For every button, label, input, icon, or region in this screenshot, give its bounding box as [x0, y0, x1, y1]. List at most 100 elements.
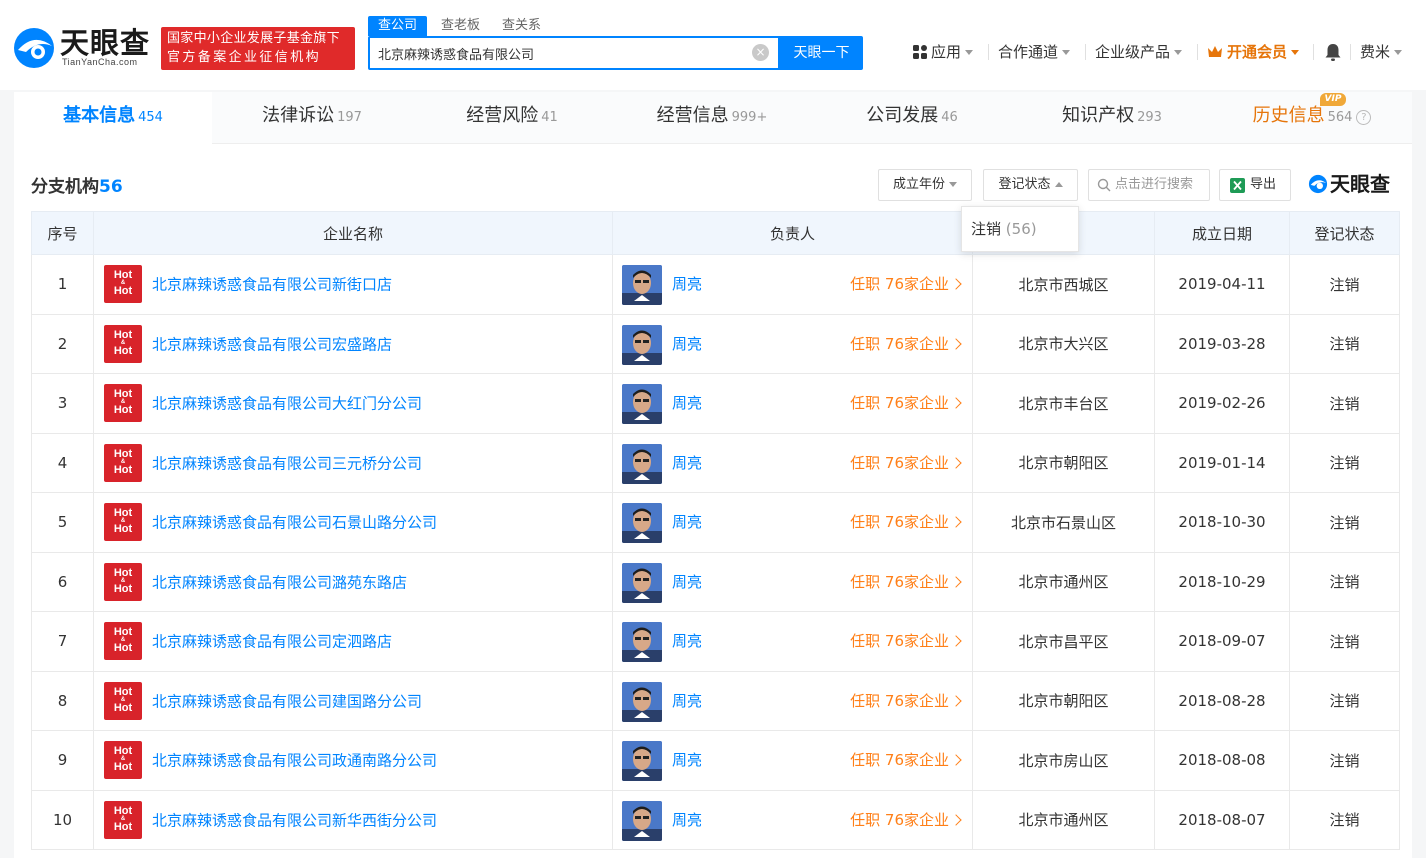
tab-history[interactable]: 历史信息 564?	[1212, 92, 1412, 144]
nav-apps[interactable]: 应用	[913, 40, 974, 64]
person-name-link[interactable]: 周亮	[672, 791, 702, 850]
region-cell: 北京市房山区	[972, 730, 1155, 791]
person-roles-link[interactable]: 任职 76家企业	[850, 791, 962, 850]
help-icon[interactable]: ?	[1356, 110, 1372, 125]
avatar[interactable]	[622, 503, 662, 543]
filter-year-button[interactable]: 成立年份	[878, 169, 972, 201]
person-name-link[interactable]: 周亮	[672, 255, 702, 314]
tab-search-relation[interactable]: 查关系	[502, 16, 541, 36]
person-name-link[interactable]: 周亮	[672, 612, 702, 671]
company-logo[interactable]: Hot & Hot	[104, 562, 142, 601]
avatar[interactable]	[622, 265, 662, 305]
avatar[interactable]	[622, 562, 662, 603]
person-roles-link[interactable]: 任职 76家企业	[850, 731, 962, 790]
tab-operations[interactable]: 经营信息 999+	[612, 92, 812, 144]
person-name-link[interactable]: 周亮	[672, 731, 702, 790]
tab-legal[interactable]: 法律诉讼 197	[212, 92, 412, 144]
person-cell: 周亮 任职 76家企业	[612, 373, 973, 434]
chevron-right-icon	[950, 456, 962, 469]
company-name-link[interactable]: 北京麻辣诱惑食品有限公司宏盛路店	[152, 335, 392, 353]
company-logo[interactable]: Hot & Hot	[104, 622, 142, 661]
tab-label: 经营信息	[656, 105, 729, 126]
person-name-link[interactable]: 周亮	[672, 374, 702, 433]
avatar[interactable]	[622, 622, 662, 662]
divider	[1085, 44, 1086, 60]
person-roles-link[interactable]: 任职 76家企业	[850, 255, 962, 314]
branch-search-input[interactable]: 点击进行搜索	[1088, 169, 1210, 201]
tab-basic-info[interactable]: 基本信息 454	[14, 92, 212, 144]
row-index: 3	[31, 373, 94, 434]
avatar[interactable]	[622, 681, 662, 722]
company-name-link[interactable]: 北京麻辣诱惑食品有限公司三元桥分公司	[152, 454, 422, 472]
company-name-link[interactable]: 北京麻辣诱惑食品有限公司定泗路店	[152, 633, 392, 651]
row-index: 8	[31, 670, 94, 731]
tab-risk[interactable]: 经营风险 41	[412, 92, 612, 144]
tab-search-boss[interactable]: 查老板	[441, 16, 480, 36]
person-name-link[interactable]: 周亮	[672, 493, 702, 552]
person-name-link[interactable]: 周亮	[672, 434, 702, 493]
person-roles-label: 任职 76家企业	[850, 394, 949, 412]
avatar[interactable]	[622, 800, 662, 841]
avatar[interactable]	[622, 443, 662, 484]
person-roles-label: 任职 76家企业	[850, 632, 949, 650]
main-panel: 基本信息 454 法律诉讼 197 经营风险 41 经营信息 999+ 公司发展 46 知…	[14, 92, 1412, 858]
company-logo[interactable]: Hot & Hot	[104, 443, 142, 482]
company-name-link[interactable]: 北京麻辣诱惑食品有限公司大红门分公司	[152, 395, 422, 413]
company-logo[interactable]: Hot & Hot	[104, 681, 142, 720]
person-cell: 周亮 任职 76家企业	[612, 492, 973, 553]
logo-word: Hot	[113, 463, 133, 476]
tab-search-company[interactable]: 查公司	[368, 16, 428, 36]
nav-enterprise[interactable]: 企业级产品	[1095, 40, 1183, 64]
person-photo	[622, 800, 662, 841]
company-name-link[interactable]: 北京麻辣诱惑食品有限公司石景山路分公司	[152, 514, 437, 532]
company-name-link[interactable]: 北京麻辣诱惑食品有限公司建国路分公司	[152, 692, 422, 710]
tab-ip[interactable]: 知识产权 293	[1012, 92, 1212, 144]
nav-vip[interactable]: 开通会员	[1207, 40, 1300, 64]
person-roles-link[interactable]: 任职 76家企业	[850, 672, 962, 731]
nav-channel[interactable]: 合作通道	[998, 40, 1071, 64]
section-title: 分支机构56	[31, 172, 123, 197]
person-roles-link[interactable]: 任职 76家企业	[850, 493, 962, 552]
dropdown-option-cancelled[interactable]: 注销 (56)	[971, 220, 1037, 238]
person-roles-link[interactable]: 任职 76家企业	[850, 374, 962, 433]
person-roles-label: 任职 76家企业	[850, 275, 949, 293]
logo-word: Hot	[113, 582, 133, 595]
clear-icon[interactable]: ×	[752, 44, 769, 61]
bell-icon[interactable]	[1324, 42, 1342, 62]
chevron-down-icon	[965, 50, 974, 55]
avatar[interactable]	[622, 384, 662, 424]
search-input[interactable]	[378, 38, 748, 68]
filter-status-button[interactable]: 登记状态	[983, 169, 1078, 201]
search-button[interactable]: 天眼一下	[780, 36, 863, 70]
person-name-link[interactable]: 周亮	[672, 553, 702, 612]
company-logo[interactable]: Hot & Hot	[104, 324, 142, 363]
person-roles-link[interactable]: 任职 76家企业	[850, 315, 962, 374]
tab-count: 41	[541, 110, 558, 125]
company-name-link[interactable]: 北京麻辣诱惑食品有限公司新华西街分公司	[152, 811, 437, 829]
export-button[interactable]: 导出	[1219, 169, 1291, 201]
col-header: 企业名称	[93, 211, 613, 255]
avatar[interactable]	[622, 324, 662, 365]
company-logo[interactable]: Hot & Hot	[104, 265, 142, 304]
avatar[interactable]	[622, 741, 662, 781]
company-logo[interactable]: Hot & Hot	[104, 503, 142, 542]
status-cell: 注销	[1289, 492, 1400, 553]
company-logo[interactable]: Hot & Hot	[104, 741, 142, 780]
company-name-link[interactable]: 北京麻辣诱惑食品有限公司政通南路分公司	[152, 752, 437, 770]
person-roles-link[interactable]: 任职 76家企业	[850, 434, 962, 493]
region-cell: 北京市石景山区	[972, 492, 1155, 553]
person-name-link[interactable]: 周亮	[672, 315, 702, 374]
person-name-link[interactable]: 周亮	[672, 672, 702, 731]
date-cell: 2018-08-08	[1154, 730, 1290, 791]
person-roles-link[interactable]: 任职 76家企业	[850, 553, 962, 612]
person-roles-link[interactable]: 任职 76家企业	[850, 612, 962, 671]
brand-text: 天眼查	[1330, 172, 1390, 196]
tab-development[interactable]: 公司发展 46	[812, 92, 1012, 144]
tianyancha-logo[interactable]: 天眼查 TianYanCha.com	[12, 26, 152, 70]
company-name-link[interactable]: 北京麻辣诱惑食品有限公司潞苑东路店	[152, 573, 407, 591]
nav-user[interactable]: 费米	[1360, 40, 1403, 64]
logo-word: Hot	[113, 404, 133, 417]
company-name-link[interactable]: 北京麻辣诱惑食品有限公司新街口店	[152, 276, 392, 294]
company-logo[interactable]: Hot & Hot	[104, 800, 142, 839]
company-logo[interactable]: Hot & Hot	[104, 384, 142, 423]
